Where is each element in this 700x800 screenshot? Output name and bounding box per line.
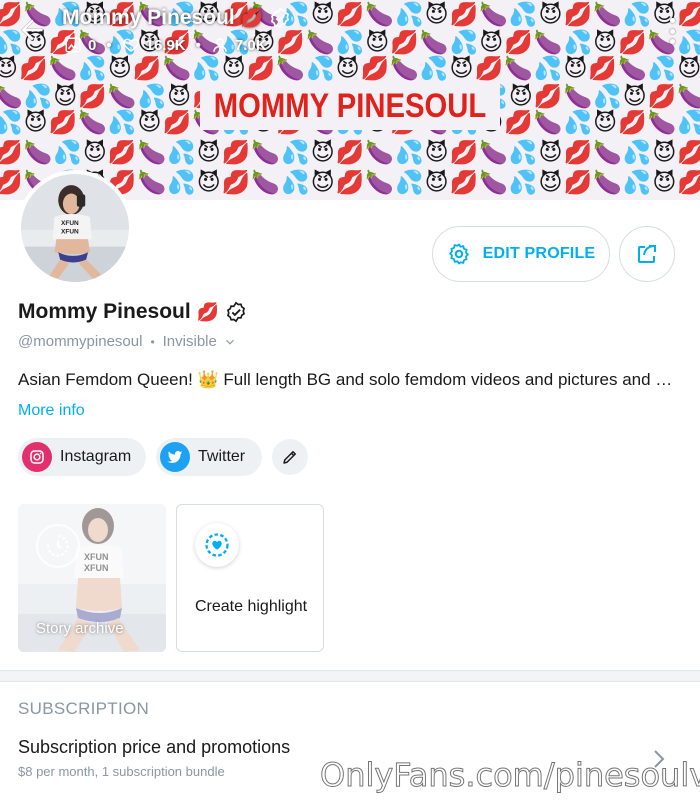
profile-name: Mommy Pinesoul 💋	[18, 300, 247, 324]
handle-row: @mommypinesoul • Invisible	[18, 333, 237, 350]
profile-name-text: Mommy Pinesoul	[18, 300, 191, 323]
social-label: Twitter	[198, 448, 246, 465]
profile-bio: Asian Femdom Queen! 👑 Full length BG and…	[18, 370, 683, 389]
profile-page: 💋🍆💦😈💋🍆💦😈💋🍆💦😈💋🍆💦😈💋🍆💦😈💋🍆💦😈💋🍆💦😈 💦😈💋🍆💦😈💋🍆💦😈💋…	[0, 0, 700, 800]
edit-profile-button[interactable]: EDIT PROFILE	[432, 226, 610, 282]
status-label: Invisible	[162, 333, 217, 350]
gear-icon	[448, 243, 469, 265]
posts-icon	[65, 37, 81, 53]
verified-icon	[227, 301, 246, 323]
banner-emoji-row: 💋🍆💦😈💋🍆💦😈💋🍆💦😈💋🍆💦😈💋🍆💦😈💋🍆💦😈💋🍆💦😈	[0, 140, 700, 166]
heart-icon	[122, 38, 139, 52]
avatar-photo: XFUN XFUN	[21, 174, 129, 282]
top-bar: Mommy Pinesoul 💋 0 • 16.9K • 7.0K	[0, 0, 700, 66]
top-bar-stats: 0 • 16.9K • 7.0K	[64, 36, 267, 54]
lips-emoji: 💋	[240, 7, 264, 29]
likes-count: 16.9K	[145, 36, 186, 54]
social-label: Instagram	[60, 448, 132, 465]
story-archive-icon	[36, 524, 80, 568]
fans-count: 7.0K	[234, 36, 267, 54]
instagram-icon	[22, 442, 52, 472]
status-dropdown[interactable]: Invisible	[163, 333, 237, 350]
create-highlight-label: Create highlight	[195, 598, 308, 615]
section-divider	[0, 670, 700, 682]
twitter-icon	[160, 442, 190, 472]
fans-icon	[213, 38, 227, 52]
more-info-link[interactable]: More info	[18, 402, 85, 420]
top-bar-title: Mommy Pinesoul 💋	[62, 6, 291, 30]
stat-separator: •	[195, 36, 201, 54]
profile-handle: @mommypinesoul	[18, 333, 143, 350]
posts-count: 0	[88, 36, 97, 54]
share-button[interactable]	[619, 226, 675, 282]
chevron-down-icon	[225, 339, 234, 345]
story-archive-label: Story archive	[36, 620, 124, 637]
subscription-price-link[interactable]: Subscription price and promotions	[18, 737, 290, 758]
top-bar-name: Mommy Pinesoul	[62, 6, 235, 29]
more-vertical-icon	[670, 18, 675, 23]
stat-separator: •	[106, 36, 112, 54]
pencil-icon	[283, 451, 296, 464]
lips-emoji: 💋	[196, 301, 220, 323]
more-options-button[interactable]	[670, 18, 678, 44]
create-highlight-icon	[195, 523, 239, 567]
arrow-left-icon	[20, 18, 43, 42]
edit-profile-label: EDIT PROFILE	[482, 245, 596, 262]
create-highlight-card[interactable]: Create highlight	[176, 504, 324, 652]
more-vertical-icon-dot	[670, 39, 675, 44]
handle-separator: •	[150, 334, 155, 349]
svg-text:XFUN: XFUN	[61, 229, 79, 236]
back-button[interactable]	[16, 14, 48, 46]
story-archive-card[interactable]: XFUN XFUN Story archive	[18, 504, 166, 652]
svg-text:XFUN: XFUN	[61, 220, 79, 227]
subscription-detail: $8 per month, 1 subscription bundle	[18, 764, 225, 779]
edit-socials-button[interactable]	[272, 439, 308, 475]
watermark: OnlyFans.com/pinesoulvip	[319, 756, 700, 795]
social-link-twitter[interactable]: Twitter	[156, 438, 262, 476]
banner-title: MOMMY PINESOUL	[213, 87, 487, 125]
more-vertical-icon-dot	[670, 28, 675, 34]
share-icon	[638, 245, 656, 263]
social-link-instagram[interactable]: Instagram	[18, 438, 146, 476]
verified-icon	[271, 7, 290, 29]
avatar[interactable]: XFUN XFUN	[17, 170, 133, 286]
subscription-heading: SUBSCRIPTION	[18, 699, 150, 718]
